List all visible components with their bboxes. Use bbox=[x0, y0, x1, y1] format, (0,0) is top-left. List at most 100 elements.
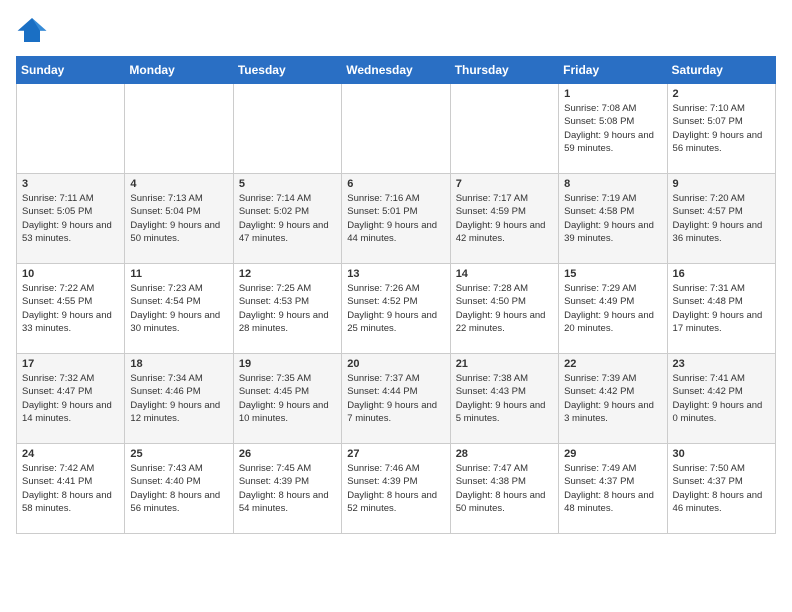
calendar-cell: 28 Sunrise: 7:47 AM Sunset: 4:38 PM Dayli… bbox=[450, 444, 558, 534]
calendar-cell: 23 Sunrise: 7:41 AM Sunset: 4:42 PM Dayli… bbox=[667, 354, 775, 444]
calendar-cell: 11Sunrise: 7:23 AM Sunset: 4:54 PM Dayli… bbox=[125, 264, 233, 354]
day-info: Sunrise: 7:28 AM Sunset: 4:50 PM Dayligh… bbox=[456, 282, 553, 335]
day-number: 7 bbox=[456, 178, 553, 190]
column-header-monday: Monday bbox=[125, 57, 233, 84]
calendar-cell: 5 Sunrise: 7:14 AM Sunset: 5:02 PM Daylig… bbox=[233, 174, 341, 264]
day-info: Sunrise: 7:50 AM Sunset: 4:37 PM Dayligh… bbox=[673, 462, 770, 515]
day-info: Sunrise: 7:35 AM Sunset: 4:45 PM Dayligh… bbox=[239, 372, 336, 425]
day-number: 30 bbox=[673, 448, 770, 460]
day-number: 18 bbox=[130, 358, 227, 370]
calendar-week-row: 1 Sunrise: 7:08 AM Sunset: 5:08 PM Daylig… bbox=[17, 84, 776, 174]
calendar-week-row: 10 Sunrise: 7:22 AM Sunset: 4:55 PM Dayli… bbox=[17, 264, 776, 354]
day-number: 4 bbox=[130, 178, 227, 190]
day-info: Sunrise: 7:08 AM Sunset: 5:08 PM Dayligh… bbox=[564, 102, 661, 155]
day-number: 20 bbox=[347, 358, 444, 370]
day-number: 14 bbox=[456, 268, 553, 280]
calendar-cell: 27 Sunrise: 7:46 AM Sunset: 4:39 PM Dayli… bbox=[342, 444, 450, 534]
day-number: 11 bbox=[130, 268, 227, 280]
calendar-cell: 29 Sunrise: 7:49 AM Sunset: 4:37 PM Dayli… bbox=[559, 444, 667, 534]
day-number: 15 bbox=[564, 268, 661, 280]
calendar-cell: 13 Sunrise: 7:26 AM Sunset: 4:52 PM Dayli… bbox=[342, 264, 450, 354]
day-number: 19 bbox=[239, 358, 336, 370]
calendar-cell bbox=[450, 84, 558, 174]
calendar-cell: 9 Sunrise: 7:20 AM Sunset: 4:57 PM Daylig… bbox=[667, 174, 775, 264]
day-info: Sunrise: 7:13 AM Sunset: 5:04 PM Dayligh… bbox=[130, 192, 227, 245]
calendar-cell bbox=[233, 84, 341, 174]
day-info: Sunrise: 7:14 AM Sunset: 5:02 PM Dayligh… bbox=[239, 192, 336, 245]
calendar-cell: 2 Sunrise: 7:10 AM Sunset: 5:07 PM Daylig… bbox=[667, 84, 775, 174]
calendar-cell: 7Sunrise: 7:17 AM Sunset: 4:59 PM Daylig… bbox=[450, 174, 558, 264]
day-number: 23 bbox=[673, 358, 770, 370]
day-info: Sunrise: 7:31 AM Sunset: 4:48 PM Dayligh… bbox=[673, 282, 770, 335]
day-number: 8 bbox=[564, 178, 661, 190]
calendar-header-row: SundayMondayTuesdayWednesdayThursdayFrid… bbox=[17, 57, 776, 84]
calendar-cell: 14 Sunrise: 7:28 AM Sunset: 4:50 PM Dayli… bbox=[450, 264, 558, 354]
day-number: 24 bbox=[22, 448, 119, 460]
day-info: Sunrise: 7:19 AM Sunset: 4:58 PM Dayligh… bbox=[564, 192, 661, 245]
day-number: 1 bbox=[564, 88, 661, 100]
day-info: Sunrise: 7:42 AM Sunset: 4:41 PM Dayligh… bbox=[22, 462, 119, 515]
day-info: Sunrise: 7:10 AM Sunset: 5:07 PM Dayligh… bbox=[673, 102, 770, 155]
day-info: Sunrise: 7:45 AM Sunset: 4:39 PM Dayligh… bbox=[239, 462, 336, 515]
day-number: 29 bbox=[564, 448, 661, 460]
calendar-cell: 15Sunrise: 7:29 AM Sunset: 4:49 PM Dayli… bbox=[559, 264, 667, 354]
day-number: 3 bbox=[22, 178, 119, 190]
column-header-saturday: Saturday bbox=[667, 57, 775, 84]
calendar-cell: 16 Sunrise: 7:31 AM Sunset: 4:48 PM Dayli… bbox=[667, 264, 775, 354]
day-info: Sunrise: 7:16 AM Sunset: 5:01 PM Dayligh… bbox=[347, 192, 444, 245]
day-number: 16 bbox=[673, 268, 770, 280]
calendar-cell: 24 Sunrise: 7:42 AM Sunset: 4:41 PM Dayli… bbox=[17, 444, 125, 534]
day-info: Sunrise: 7:37 AM Sunset: 4:44 PM Dayligh… bbox=[347, 372, 444, 425]
calendar-cell: 1 Sunrise: 7:08 AM Sunset: 5:08 PM Daylig… bbox=[559, 84, 667, 174]
calendar-cell: 8 Sunrise: 7:19 AM Sunset: 4:58 PM Daylig… bbox=[559, 174, 667, 264]
day-info: Sunrise: 7:34 AM Sunset: 4:46 PM Dayligh… bbox=[130, 372, 227, 425]
calendar-cell: 18 Sunrise: 7:34 AM Sunset: 4:46 PM Dayli… bbox=[125, 354, 233, 444]
column-header-sunday: Sunday bbox=[17, 57, 125, 84]
day-number: 13 bbox=[347, 268, 444, 280]
day-number: 27 bbox=[347, 448, 444, 460]
day-number: 2 bbox=[673, 88, 770, 100]
calendar-cell: 25 Sunrise: 7:43 AM Sunset: 4:40 PM Dayli… bbox=[125, 444, 233, 534]
calendar-week-row: 3 Sunrise: 7:11 AM Sunset: 5:05 PM Daylig… bbox=[17, 174, 776, 264]
calendar-cell: 12Sunrise: 7:25 AM Sunset: 4:53 PM Dayli… bbox=[233, 264, 341, 354]
column-header-wednesday: Wednesday bbox=[342, 57, 450, 84]
day-info: Sunrise: 7:47 AM Sunset: 4:38 PM Dayligh… bbox=[456, 462, 553, 515]
day-info: Sunrise: 7:41 AM Sunset: 4:42 PM Dayligh… bbox=[673, 372, 770, 425]
calendar-cell: 21Sunrise: 7:38 AM Sunset: 4:43 PM Dayli… bbox=[450, 354, 558, 444]
day-info: Sunrise: 7:46 AM Sunset: 4:39 PM Dayligh… bbox=[347, 462, 444, 515]
day-info: Sunrise: 7:49 AM Sunset: 4:37 PM Dayligh… bbox=[564, 462, 661, 515]
day-info: Sunrise: 7:43 AM Sunset: 4:40 PM Dayligh… bbox=[130, 462, 227, 515]
day-number: 6 bbox=[347, 178, 444, 190]
column-header-thursday: Thursday bbox=[450, 57, 558, 84]
calendar-table: SundayMondayTuesdayWednesdayThursdayFrid… bbox=[16, 56, 776, 534]
day-info: Sunrise: 7:22 AM Sunset: 4:55 PM Dayligh… bbox=[22, 282, 119, 335]
day-number: 25 bbox=[130, 448, 227, 460]
day-number: 10 bbox=[22, 268, 119, 280]
day-info: Sunrise: 7:26 AM Sunset: 4:52 PM Dayligh… bbox=[347, 282, 444, 335]
calendar-week-row: 17Sunrise: 7:32 AM Sunset: 4:47 PM Dayli… bbox=[17, 354, 776, 444]
day-info: Sunrise: 7:20 AM Sunset: 4:57 PM Dayligh… bbox=[673, 192, 770, 245]
calendar-cell: 22Sunrise: 7:39 AM Sunset: 4:42 PM Dayli… bbox=[559, 354, 667, 444]
day-number: 17 bbox=[22, 358, 119, 370]
calendar-cell: 26 Sunrise: 7:45 AM Sunset: 4:39 PM Dayli… bbox=[233, 444, 341, 534]
calendar-cell: 17Sunrise: 7:32 AM Sunset: 4:47 PM Dayli… bbox=[17, 354, 125, 444]
calendar-cell: 20 Sunrise: 7:37 AM Sunset: 4:44 PM Dayli… bbox=[342, 354, 450, 444]
day-number: 22 bbox=[564, 358, 661, 370]
calendar-cell: 3 Sunrise: 7:11 AM Sunset: 5:05 PM Daylig… bbox=[17, 174, 125, 264]
day-number: 26 bbox=[239, 448, 336, 460]
calendar-cell bbox=[17, 84, 125, 174]
calendar-cell: 19 Sunrise: 7:35 AM Sunset: 4:45 PM Dayli… bbox=[233, 354, 341, 444]
day-number: 28 bbox=[456, 448, 553, 460]
day-number: 9 bbox=[673, 178, 770, 190]
day-number: 21 bbox=[456, 358, 553, 370]
calendar-cell: 6 Sunrise: 7:16 AM Sunset: 5:01 PM Daylig… bbox=[342, 174, 450, 264]
calendar-week-row: 24 Sunrise: 7:42 AM Sunset: 4:41 PM Dayli… bbox=[17, 444, 776, 534]
day-number: 5 bbox=[239, 178, 336, 190]
day-number: 12 bbox=[239, 268, 336, 280]
calendar-cell bbox=[342, 84, 450, 174]
calendar-cell: 4 Sunrise: 7:13 AM Sunset: 5:04 PM Daylig… bbox=[125, 174, 233, 264]
logo bbox=[16, 16, 52, 44]
page-header bbox=[16, 16, 776, 44]
calendar-cell: 10 Sunrise: 7:22 AM Sunset: 4:55 PM Dayli… bbox=[17, 264, 125, 354]
day-info: Sunrise: 7:11 AM Sunset: 5:05 PM Dayligh… bbox=[22, 192, 119, 245]
